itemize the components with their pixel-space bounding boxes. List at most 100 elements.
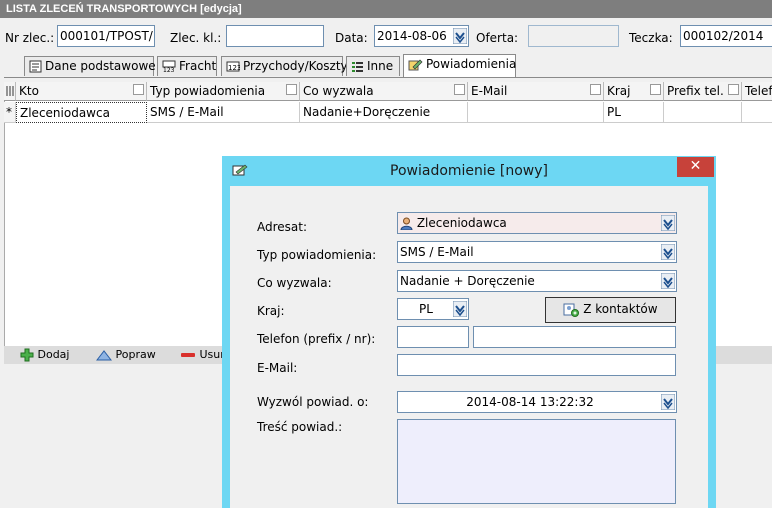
co-wyzwala-label: Co wyzwala: [257,276,332,290]
co-wyzwala-select[interactable]: Nadanie + Doręczenie [397,270,677,292]
oferta-field[interactable] [528,25,619,47]
dropdown-arrow-icon[interactable] [661,273,675,289]
zlec-kl-label: Zlec. kl.: [170,31,222,45]
filter-icon[interactable] [650,84,661,95]
tresc-textarea[interactable] [397,419,676,504]
notification-icon [408,59,423,70]
nr-zlec-label: Nr zlec.: [5,31,55,45]
tab-label: Dane podstawowe [45,59,156,73]
oferta-label: Oferta: [476,31,519,45]
kraj-label: Kraj: [257,304,285,318]
document-icon [29,60,42,73]
teczka-field[interactable]: 000102/2014 [680,25,772,47]
column-header-label: Telef [745,84,772,98]
table-cell[interactable]: Zleceniodawca [16,102,147,123]
row-marker[interactable]: * [4,102,16,123]
zlec-kl-field[interactable] [226,25,324,47]
telefon-label: Telefon (prefix / nr): [257,332,376,346]
edit-button[interactable]: Popraw [95,347,156,363]
column-header-telefon[interactable]: Telef [742,82,772,101]
triangle-up-icon [95,350,113,361]
column-header-email[interactable]: E-Mail [468,82,604,101]
kraj-select[interactable]: PL [397,298,469,320]
column-header-label: Typ powiadomienia [150,84,266,98]
contacts-button-label: Z kontaktów [583,302,658,316]
table-cell[interactable] [742,102,772,123]
table-cell[interactable]: SMS / E-Mail [147,102,300,123]
filter-icon[interactable] [590,84,601,95]
typ-label: Typ powiadomienia: [257,248,377,262]
contacts-button[interactable]: Z kontaktów [545,297,676,323]
tab-label: Fracht [179,59,217,73]
column-header-label: Kto [19,84,39,98]
contacts-icon [563,303,580,317]
adresat-value: Zleceniodawca [416,216,507,230]
money-icon: 123 [226,61,240,72]
column-header-kto[interactable]: Kto [16,82,147,101]
svg-text:123: 123 [228,64,240,72]
filter-icon[interactable] [286,84,297,95]
dropdown-arrow-icon[interactable] [661,215,675,231]
column-header-prefix[interactable]: Prefix tel. [664,82,742,101]
data-label: Data: [335,31,368,45]
adresat-select[interactable]: Zleceniodawca [397,212,677,234]
tab-inne[interactable]: Inne [346,56,400,76]
window-title: LISTA ZLECEŃ TRANSPORTOWYCH [edycja] [0,0,772,18]
add-button[interactable]: Dodaj [20,347,69,363]
wyzwol-datetime-field[interactable]: 2014-08-14 13:22:32 [397,391,677,413]
filter-icon[interactable] [728,84,739,95]
grid-settings-icon [6,86,14,96]
filter-icon[interactable] [133,84,144,95]
tab-label: Powiadomienia [426,57,517,71]
dialog-title: Powiadomienie [nowy] [390,163,548,179]
tab-powiadomienia[interactable]: Powiadomienia [403,54,516,77]
phone-number-field[interactable] [473,326,676,348]
typ-select[interactable]: SMS / E-Mail [397,241,677,263]
data-value: 2014-08-06 [377,29,447,43]
column-header-typ[interactable]: Typ powiadomienia [147,82,300,101]
column-header-co-wyzwala[interactable]: Co wyzwala [300,82,468,101]
add-button-label: Dodaj [37,348,70,361]
table-cell[interactable]: Nadanie+Doręczenie [300,102,468,123]
tab-label: Przychody/Koszty [243,59,348,73]
dropdown-arrow-icon[interactable] [453,301,467,317]
prefix-field[interactable] [397,326,469,348]
dropdown-arrow-icon[interactable] [453,28,467,44]
wyzwol-label: Wyzwól powiad. o: [257,395,369,409]
table-cell[interactable] [468,102,604,123]
teczka-label: Teczka: [629,31,673,45]
tab-przychody-koszty[interactable]: 123 Przychody/Koszty [221,56,348,76]
column-header-kraj[interactable]: Kraj [604,82,664,101]
grid-corner[interactable] [4,82,16,101]
kraj-value: PL [419,302,433,316]
edit-button-label: Popraw [115,348,156,361]
tab-fracht[interactable]: 123 Fracht [157,56,217,76]
column-header-label: Prefix tel. [667,84,724,98]
table-cell[interactable]: PL [604,102,664,123]
column-header-label: Kraj [607,84,631,98]
tab-dane-podstawowe[interactable]: Dane podstawowe [24,56,156,76]
wyzwol-value: 2014-08-14 13:22:32 [466,395,594,409]
freight-icon: 123 [162,60,176,73]
tab-label: Inne [367,59,394,73]
svg-text:123: 123 [163,67,175,73]
filter-icon[interactable] [454,84,465,95]
list-icon [352,62,363,72]
adresat-label: Adresat: [257,220,308,234]
typ-value: SMS / E-Mail [400,245,474,259]
email-label: E-Mail: [257,361,298,375]
delete-button[interactable]: Usuń [180,347,227,363]
table-cell[interactable] [664,102,742,123]
dropdown-arrow-icon[interactable] [661,244,675,260]
data-field[interactable]: 2014-08-06 [374,25,469,47]
column-header-label: E-Mail [471,84,508,98]
email-field[interactable] [397,354,676,376]
column-header-label: Co wyzwala [303,84,374,98]
co-wyzwala-value: Nadanie + Doręczenie [400,274,535,288]
close-button[interactable]: ✕ [677,157,714,177]
minus-icon [181,353,195,357]
person-icon [400,217,413,231]
tab-strip-line [4,77,772,78]
nr-zlec-field[interactable]: 000101/TPOST/' [57,25,155,47]
dropdown-arrow-icon[interactable] [661,394,675,410]
